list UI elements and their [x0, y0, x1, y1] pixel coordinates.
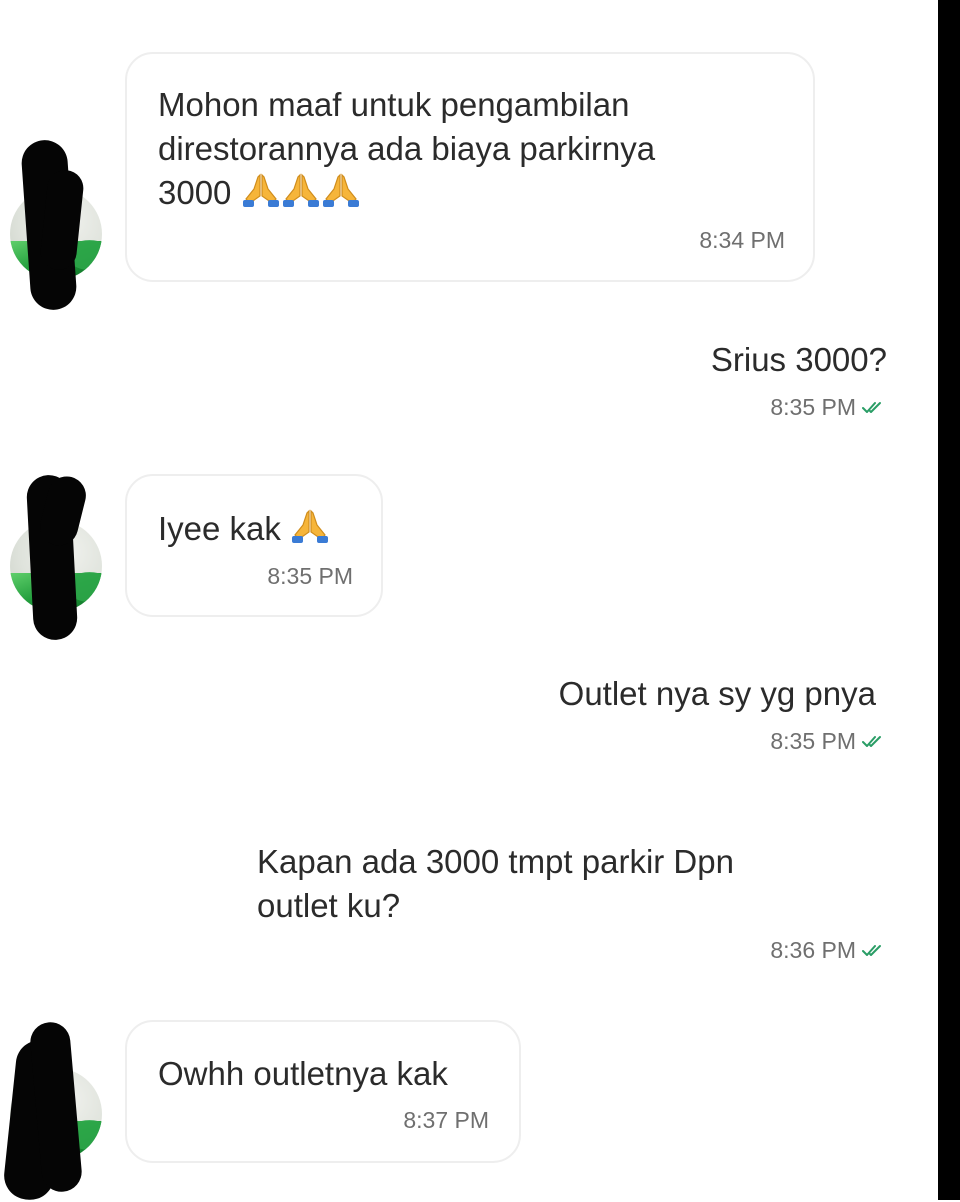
outgoing-message-text[interactable]: Srius 3000? [711, 336, 887, 383]
message-text-line-with-emoji: Iyee kak [158, 508, 330, 550]
message-text-line: Mohon maaf untuk pengambilan [158, 86, 630, 123]
double-check-read-icon [862, 733, 886, 749]
outgoing-message-text[interactable]: Outlet nya sy yg pnya [559, 670, 876, 717]
message-timestamp: 8:35 PM [770, 728, 856, 754]
double-check-read-icon [862, 399, 886, 415]
outgoing-message-meta: 8:35 PM [770, 727, 886, 755]
incoming-message-bubble[interactable]: Mohon maaf untuk pengambilan direstorann… [125, 52, 815, 282]
incoming-message-bubble[interactable]: Iyee kak 8:35 PM [125, 474, 383, 617]
outgoing-message-meta: 8:35 PM [770, 393, 886, 421]
message-timestamp: 8:35 PM [770, 394, 856, 420]
outgoing-message-text-line[interactable]: Kapan ada 3000 tmpt parkir Dpn [257, 838, 734, 885]
message-text-line: Owhh outletnya kak [158, 1055, 448, 1092]
double-check-read-icon [862, 942, 886, 958]
message-text: Iyee kak [158, 510, 281, 547]
message-text: 3000 [158, 174, 232, 211]
message-text-line-with-emoji: 3000 [158, 172, 361, 214]
message-timestamp: 8:34 PM [699, 227, 785, 253]
message-timestamp: 8:36 PM [770, 937, 856, 963]
message-text-line: direstorannya ada biaya parkirnya [158, 130, 656, 167]
incoming-message-bubble[interactable]: Owhh outletnya kak 8:37 PM [125, 1020, 521, 1163]
outgoing-message-text-line[interactable]: outlet ku? [257, 882, 400, 929]
message-timestamp: 8:35 PM [267, 563, 353, 589]
folded-hands-emoji-icon [321, 172, 361, 210]
folded-hands-emoji-icon [241, 172, 281, 210]
message-timestamp: 8:37 PM [403, 1107, 489, 1133]
screenshot-edge [938, 0, 960, 1200]
outgoing-message-meta: 8:36 PM [770, 936, 886, 964]
folded-hands-emoji-icon [281, 172, 321, 210]
folded-hands-emoji-icon [290, 508, 330, 546]
